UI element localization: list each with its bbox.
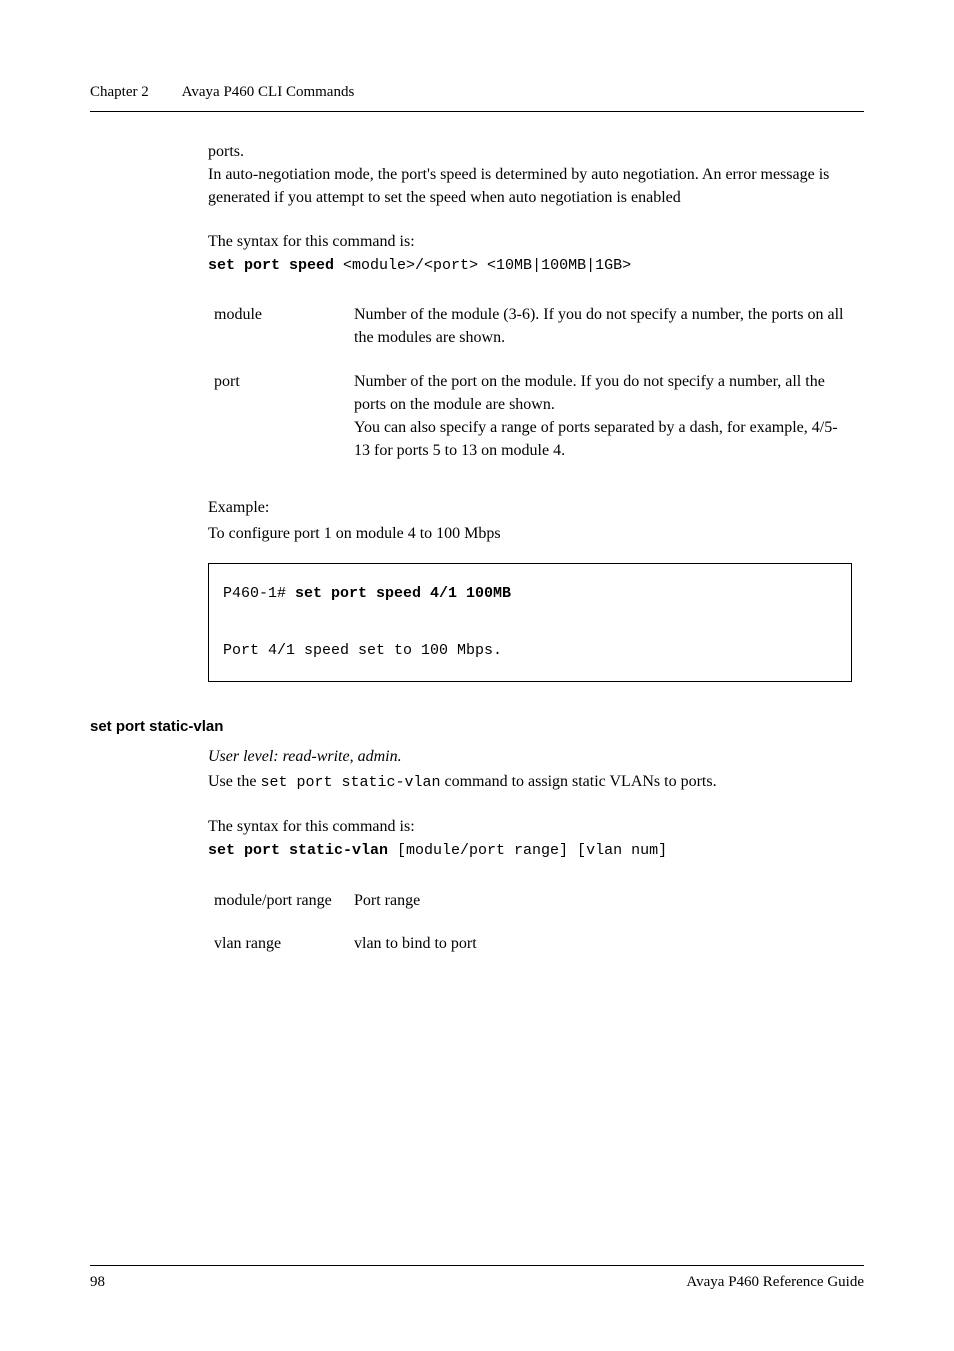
param-name: vlan range: [208, 924, 348, 967]
chapter-number: Chapter 2: [90, 84, 149, 101]
page: Chapter 2 Avaya P460 CLI Commands ports.…: [0, 0, 954, 1351]
page-number: 98: [90, 1274, 105, 1291]
intro-line-b: In auto-negotiation mode, the port's spe…: [208, 166, 829, 206]
code-output: Port 4/1 speed set to 100 Mbps.: [223, 642, 502, 659]
code-command: set port speed 4/1 100MB: [295, 585, 511, 602]
section-content: User level: read-write, admin. Use the s…: [208, 745, 852, 967]
param-desc: Port range: [348, 881, 852, 924]
syntax-cmd: set port speed: [208, 257, 334, 274]
param-name: port: [208, 362, 348, 475]
table-row: module/port range Port range: [208, 881, 852, 924]
table-row: module Number of the module (3-6). If yo…: [208, 295, 852, 361]
param-desc: Number of the module (3-6). If you do no…: [348, 295, 852, 361]
section-description: Use the set port static-vlan command to …: [208, 770, 852, 795]
chapter-title: Avaya P460 CLI Commands: [182, 84, 355, 100]
main-content: ports. In auto-negotiation mode, the por…: [208, 140, 852, 682]
page-header: Chapter 2 Avaya P460 CLI Commands: [90, 84, 864, 112]
intro-line-a: ports.: [208, 143, 244, 160]
syntax-cmd: set port static-vlan: [208, 842, 388, 859]
example-desc: To configure port 1 on module 4 to 100 M…: [208, 522, 852, 545]
syntax-intro: The syntax for this command is:: [208, 230, 852, 253]
parameter-table-2: module/port range Port range vlan range …: [208, 881, 852, 967]
table-row: port Number of the port on the module. I…: [208, 362, 852, 475]
syntax-line: set port speed <module>/<port> <10MB|100…: [208, 255, 852, 278]
syntax-args: <module>/<port> <10MB|100MB|1GB>: [334, 257, 631, 274]
syntax-intro: The syntax for this command is:: [208, 815, 852, 838]
code-prompt: P460-1#: [223, 585, 295, 602]
desc-code: set port static-vlan: [260, 774, 440, 791]
param-desc: vlan to bind to port: [348, 924, 852, 967]
desc-b: command to assign static VLANs to ports.: [440, 773, 716, 790]
parameter-table-1: module Number of the module (3-6). If yo…: [208, 295, 852, 474]
intro-paragraph: ports. In auto-negotiation mode, the por…: [208, 140, 852, 210]
doc-title: Avaya P460 Reference Guide: [686, 1274, 864, 1291]
param-name: module/port range: [208, 881, 348, 924]
code-example-box: P460-1# set port speed 4/1 100MB Port 4/…: [208, 563, 852, 683]
page-footer: 98 Avaya P460 Reference Guide: [90, 1265, 864, 1291]
param-name: module: [208, 295, 348, 361]
syntax-args: [module/port range] [vlan num]: [388, 842, 667, 859]
param-desc: Number of the port on the module. If you…: [348, 362, 852, 475]
example-label: Example:: [208, 496, 852, 519]
syntax-line: set port static-vlan [module/port range]…: [208, 840, 852, 863]
desc-a: Use the: [208, 773, 260, 790]
user-level: User level: read-write, admin.: [208, 745, 852, 768]
table-row: vlan range vlan to bind to port: [208, 924, 852, 967]
section-heading: set port static-vlan: [90, 718, 864, 735]
